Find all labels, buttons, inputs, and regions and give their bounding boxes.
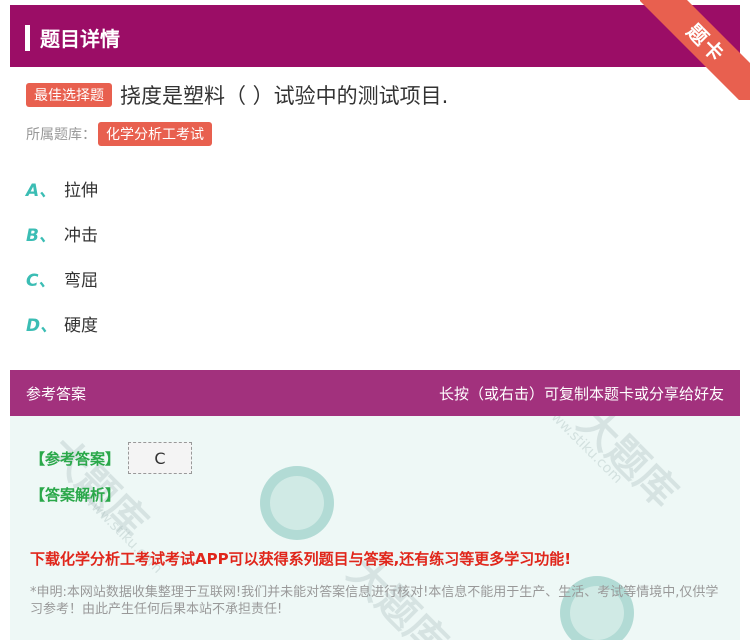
question-line: 最佳选择题 挠度是塑料（ ）试验中的测试项目. <box>26 80 448 110</box>
corner-ribbon: 题卡 <box>640 0 750 100</box>
option-letter: C、 <box>26 271 56 291</box>
download-app-link[interactable]: 下载化学分析工考试考试APP可以获得系列题目与答案,还有练习等更多学习功能! <box>30 548 571 569</box>
reference-answer-value: C <box>128 442 193 474</box>
answer-body: 大题库 大题库 大题库 www.stiku.com www.stiku.com … <box>10 416 740 640</box>
question-text: 挠度是塑料（ ）试验中的测试项目. <box>120 84 449 108</box>
option-text: 弯屈 <box>64 271 98 291</box>
question-type-tag: 最佳选择题 <box>26 83 112 107</box>
watermark-text: 大题库 <box>568 416 686 517</box>
option-letter: A、 <box>26 181 57 201</box>
option-letter: D、 <box>26 316 58 336</box>
option-text: 拉伸 <box>64 181 98 201</box>
watermark-logo-icon <box>260 466 334 540</box>
answer-analysis-label: 【答案解析】 <box>30 486 121 504</box>
ribbon-label: 题卡 <box>640 0 750 100</box>
share-hint: 长按（或右击）可复制本题卡或分享给好友 <box>438 385 724 403</box>
page-title: 题目详情 <box>40 27 120 51</box>
library-tag[interactable]: 化学分析工考试 <box>98 122 212 146</box>
reference-answer-label: 【参考答案】 <box>30 449 121 468</box>
header-accent-bar <box>25 25 30 51</box>
page-header: 题目详情 <box>10 5 740 67</box>
reference-answer: 【参考答案】 C <box>30 442 193 474</box>
option-b[interactable]: B、 冲击 <box>26 221 98 246</box>
option-d[interactable]: D、 硬度 <box>26 311 98 336</box>
option-a[interactable]: A、 拉伸 <box>26 176 98 201</box>
option-letter: B、 <box>26 226 56 246</box>
option-text: 冲击 <box>64 226 98 246</box>
library-label: 所属题库： <box>26 127 96 143</box>
disclaimer-text: *申明:本网站数据收集整理于互联网!我们并未能对答案信息进行核对!本信息不能用于… <box>30 585 719 617</box>
library-line: 所属题库： 化学分析工考试 <box>26 122 212 146</box>
answer-header-label: 参考答案 <box>26 385 87 403</box>
option-text: 硬度 <box>64 316 98 336</box>
answer-header: 参考答案 长按（或右击）可复制本题卡或分享给好友 <box>10 370 740 416</box>
option-c[interactable]: C、 弯屈 <box>26 266 98 291</box>
